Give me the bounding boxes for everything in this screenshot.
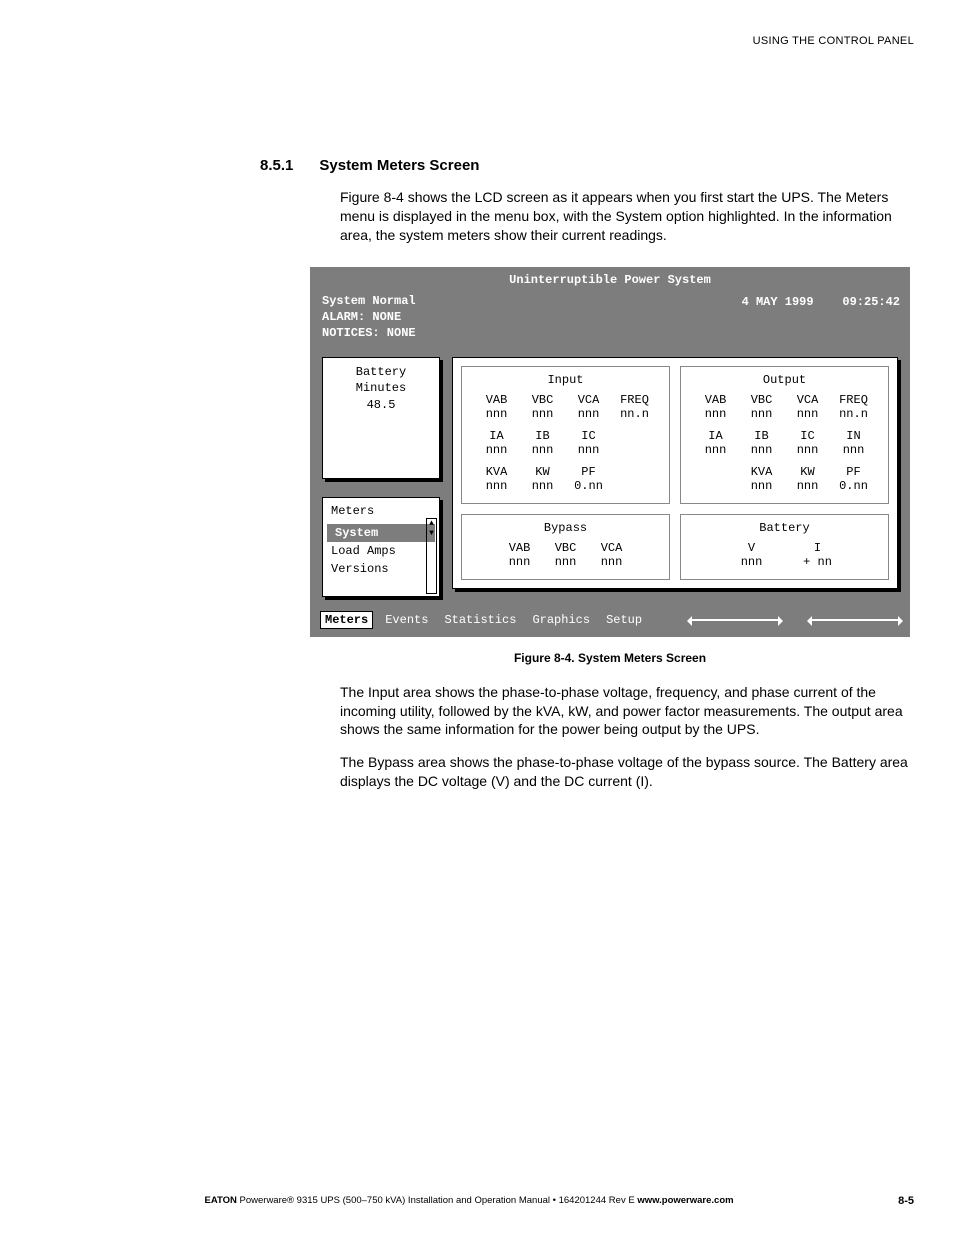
- battery-value: 48.5: [331, 397, 431, 414]
- bottom-item-meters[interactable]: Meters: [320, 611, 373, 629]
- section-heading: 8.5.1 System Meters Screen: [40, 157, 914, 174]
- scroll-down-icon[interactable]: ▼: [427, 529, 436, 539]
- bottom-item-setup[interactable]: Setup: [602, 612, 646, 628]
- lcd-date: 4 MAY 1999: [742, 295, 814, 309]
- bypass-title: Bypass: [466, 521, 665, 535]
- lcd-status-block: System Normal ALARM: NONE NOTICES: NONE: [322, 293, 416, 342]
- bottom-item-statistics[interactable]: Statistics: [440, 612, 520, 628]
- meters-menu-panel: Meters System Load Amps Versions ▲ ▼: [322, 497, 440, 597]
- bottom-menu-bar: Meters Events Statistics Graphics Setup: [318, 611, 902, 629]
- bypass-panel: Bypass VABVBCVCA nnnnnnnnn: [461, 514, 670, 580]
- output-title: Output: [685, 373, 884, 387]
- nav-arrow-bar: [690, 619, 900, 621]
- arrow-right-icon: [810, 619, 900, 621]
- battery-label: Battery Minutes: [331, 364, 431, 398]
- bottom-item-events[interactable]: Events: [381, 612, 432, 628]
- input-title: Input: [466, 373, 665, 387]
- battery-minutes-panel: Battery Minutes 48.5: [322, 357, 440, 479]
- paragraph-3: The Bypass area shows the phase-to-phase…: [340, 753, 914, 791]
- scroll-up-icon[interactable]: ▲: [427, 519, 436, 529]
- output-panel: Output VABVBCVCAFREQ nnnnnnnnnnn.n IAIBI…: [680, 366, 889, 504]
- status-line-2: ALARM: NONE: [322, 309, 416, 325]
- figure-caption: Figure 8-4. System Meters Screen: [310, 651, 910, 665]
- section-number: 8.5.1: [260, 157, 293, 174]
- input-panel: Input VABVBCVCAFREQ nnnnnnnnnnn.n IAIBIC…: [461, 366, 670, 504]
- footer-text-1: Powerware® 9315 UPS (500–750 kVA) Instal…: [237, 1195, 553, 1206]
- page-footer: EATON Powerware® 9315 UPS (500–750 kVA) …: [40, 1195, 914, 1207]
- battery-panel: Battery VI nnn+ nn: [680, 514, 889, 580]
- footer-text-2: 164201244 Rev E: [556, 1195, 637, 1206]
- page-number: 8-5: [898, 1195, 914, 1207]
- arrow-left-icon: [690, 619, 780, 621]
- menu-item-system[interactable]: System: [327, 524, 435, 542]
- lcd-datetime: 4 MAY 1999 09:25:42: [742, 295, 900, 309]
- lcd-title: Uninterruptible Power System: [318, 273, 902, 287]
- menu-item-versions[interactable]: Versions: [323, 560, 439, 578]
- battery-panel-title: Battery: [685, 521, 884, 535]
- status-line-3: NOTICES: NONE: [322, 325, 416, 341]
- paragraph-2: The Input area shows the phase-to-phase …: [340, 683, 914, 740]
- menu-item-load-amps[interactable]: Load Amps: [323, 542, 439, 560]
- lcd-screen: Uninterruptible Power System System Norm…: [310, 267, 910, 637]
- menu-scrollbar[interactable]: ▲ ▼: [426, 518, 437, 594]
- intro-paragraph: Figure 8-4 shows the LCD screen as it ap…: [340, 188, 914, 245]
- status-line-1: System Normal: [322, 293, 416, 309]
- section-title: System Meters Screen: [319, 157, 479, 174]
- page-header-context: USING THE CONTROL PANEL: [40, 35, 914, 47]
- bottom-item-graphics[interactable]: Graphics: [528, 612, 594, 628]
- footer-url: www.powerware.com: [637, 1195, 733, 1206]
- lcd-time: 09:25:42: [842, 295, 900, 309]
- menu-title: Meters: [323, 502, 439, 524]
- meter-readout-grid: Input VABVBCVCAFREQ nnnnnnnnnnn.n IAIBIC…: [452, 357, 898, 589]
- footer-brand: EATON: [205, 1195, 237, 1206]
